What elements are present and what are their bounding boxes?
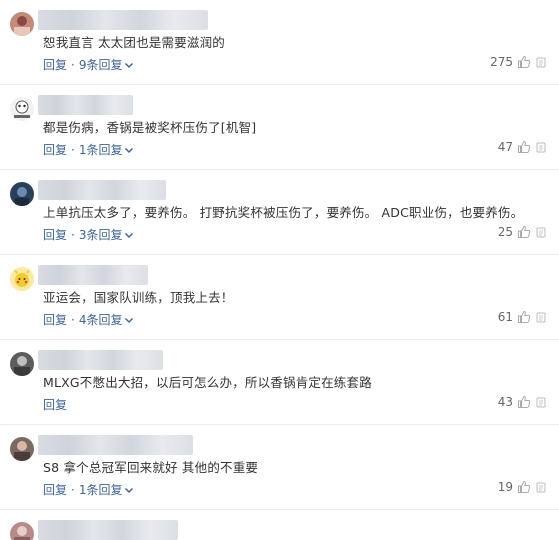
avatar[interactable] (10, 522, 34, 540)
more-icon[interactable] (536, 142, 546, 153)
separator-dot: · (71, 312, 75, 327)
comment-actions: 回复 · 1条回复 (43, 141, 134, 158)
more-icon[interactable] (536, 397, 546, 408)
reply-button[interactable]: 回复 (43, 481, 67, 498)
like-count-group[interactable]: 47 (498, 140, 531, 154)
thumbs-up-icon[interactable] (517, 225, 531, 239)
username-blurred[interactable] (38, 180, 166, 200)
comment-text: 都是伤病，香锅是被奖杯压伤了[机智] (43, 120, 257, 135)
comment-text: 恕我直言 太太团也是需要滋润的 (43, 35, 225, 50)
like-count-group[interactable]: 25 (498, 225, 531, 239)
view-replies-link[interactable]: 9条回复 (79, 56, 123, 73)
comment-text: 亚运会，国家队训练，顶我上去！ (43, 290, 234, 305)
avatar[interactable] (10, 97, 34, 121)
thumbs-up-icon[interactable] (517, 480, 531, 494)
thumbs-up-icon[interactable] (517, 395, 531, 409)
like-count: 25 (497, 225, 513, 239)
more-icon[interactable] (536, 57, 546, 68)
comment-actions: 回复 (43, 396, 67, 413)
like-count: 47 (497, 140, 513, 154)
comment-actions: 回复 · 4条回复 (43, 311, 134, 328)
more-icon[interactable] (536, 227, 546, 238)
chevron-down-icon[interactable] (124, 60, 134, 70)
avatar[interactable] (10, 352, 34, 376)
comment-text: S8 拿个总冠军回来就好 其他的不重要 (43, 460, 259, 475)
chevron-down-icon[interactable] (124, 315, 134, 325)
comment-item: 亚运会，国家队训练，顶我上去！ 回复 · 4条回复 61 (0, 255, 559, 340)
chevron-down-icon[interactable] (124, 485, 134, 495)
like-count-group[interactable]: 61 (498, 310, 531, 324)
separator-dot: · (71, 57, 75, 72)
like-count: 43 (497, 395, 513, 409)
view-replies-link[interactable]: 4条回复 (79, 311, 123, 328)
like-count: 61 (497, 310, 513, 324)
like-count: 275 (490, 55, 513, 69)
comment-actions: 回复 · 3条回复 (43, 226, 134, 243)
avatar[interactable] (10, 182, 34, 206)
like-count-group[interactable]: 275 (490, 55, 531, 69)
view-replies-link[interactable]: 3条回复 (79, 226, 123, 243)
comment-item: 上单抗压太多了，要养伤。 打野抗奖杯被压伤了，要养伤。 ADC职业伤，也要养伤。… (0, 170, 559, 255)
like-count-group[interactable]: 43 (498, 395, 531, 409)
comment-item: 恕我直言 太太团也是需要滋润的 回复 · 9条回复 275 (0, 0, 559, 85)
thumbs-up-icon[interactable] (517, 55, 531, 69)
comment-actions: 回复 · 1条回复 (43, 481, 134, 498)
comment-item-partial (0, 510, 559, 540)
thumbs-up-icon[interactable] (517, 310, 531, 324)
comment-text: 上单抗压太多了，要养伤。 打野抗奖杯被压伤了，要养伤。 ADC职业伤，也要养伤。 (43, 205, 524, 220)
more-icon[interactable] (536, 312, 546, 323)
view-replies-link[interactable]: 1条回复 (79, 481, 123, 498)
view-replies-link[interactable]: 1条回复 (79, 141, 123, 158)
username-blurred[interactable] (38, 265, 148, 285)
comment-item: 都是伤病，香锅是被奖杯压伤了[机智] 回复 · 1条回复 47 (0, 85, 559, 170)
reply-button[interactable]: 回复 (43, 56, 67, 73)
comment-item: S8 拿个总冠军回来就好 其他的不重要 回复 · 1条回复 19 (0, 425, 559, 510)
chevron-down-icon[interactable] (124, 145, 134, 155)
username-blurred[interactable] (38, 350, 163, 370)
like-count: 19 (497, 480, 513, 494)
avatar[interactable] (10, 267, 34, 291)
reply-button[interactable]: 回复 (43, 226, 67, 243)
separator-dot: · (71, 142, 75, 157)
username-blurred[interactable] (38, 10, 208, 30)
comment-text: MLXG不憋出大招，以后可怎么办，所以香锅肯定在练套路 (43, 375, 372, 390)
thumbs-up-icon[interactable] (517, 140, 531, 154)
avatar[interactable] (10, 437, 34, 461)
comment-item: MLXG不憋出大招，以后可怎么办，所以香锅肯定在练套路 回复 43 (0, 340, 559, 425)
reply-button[interactable]: 回复 (43, 311, 67, 328)
username-blurred[interactable] (38, 95, 133, 115)
username-blurred[interactable] (38, 520, 178, 540)
chevron-down-icon[interactable] (124, 230, 134, 240)
reply-button[interactable]: 回复 (43, 141, 67, 158)
separator-dot: · (71, 482, 75, 497)
like-count-group[interactable]: 19 (498, 480, 531, 494)
separator-dot: · (71, 227, 75, 242)
reply-button[interactable]: 回复 (43, 396, 67, 413)
avatar[interactable] (10, 12, 34, 36)
comment-actions: 回复 · 9条回复 (43, 56, 134, 73)
username-blurred[interactable] (38, 435, 193, 455)
more-icon[interactable] (536, 482, 546, 493)
